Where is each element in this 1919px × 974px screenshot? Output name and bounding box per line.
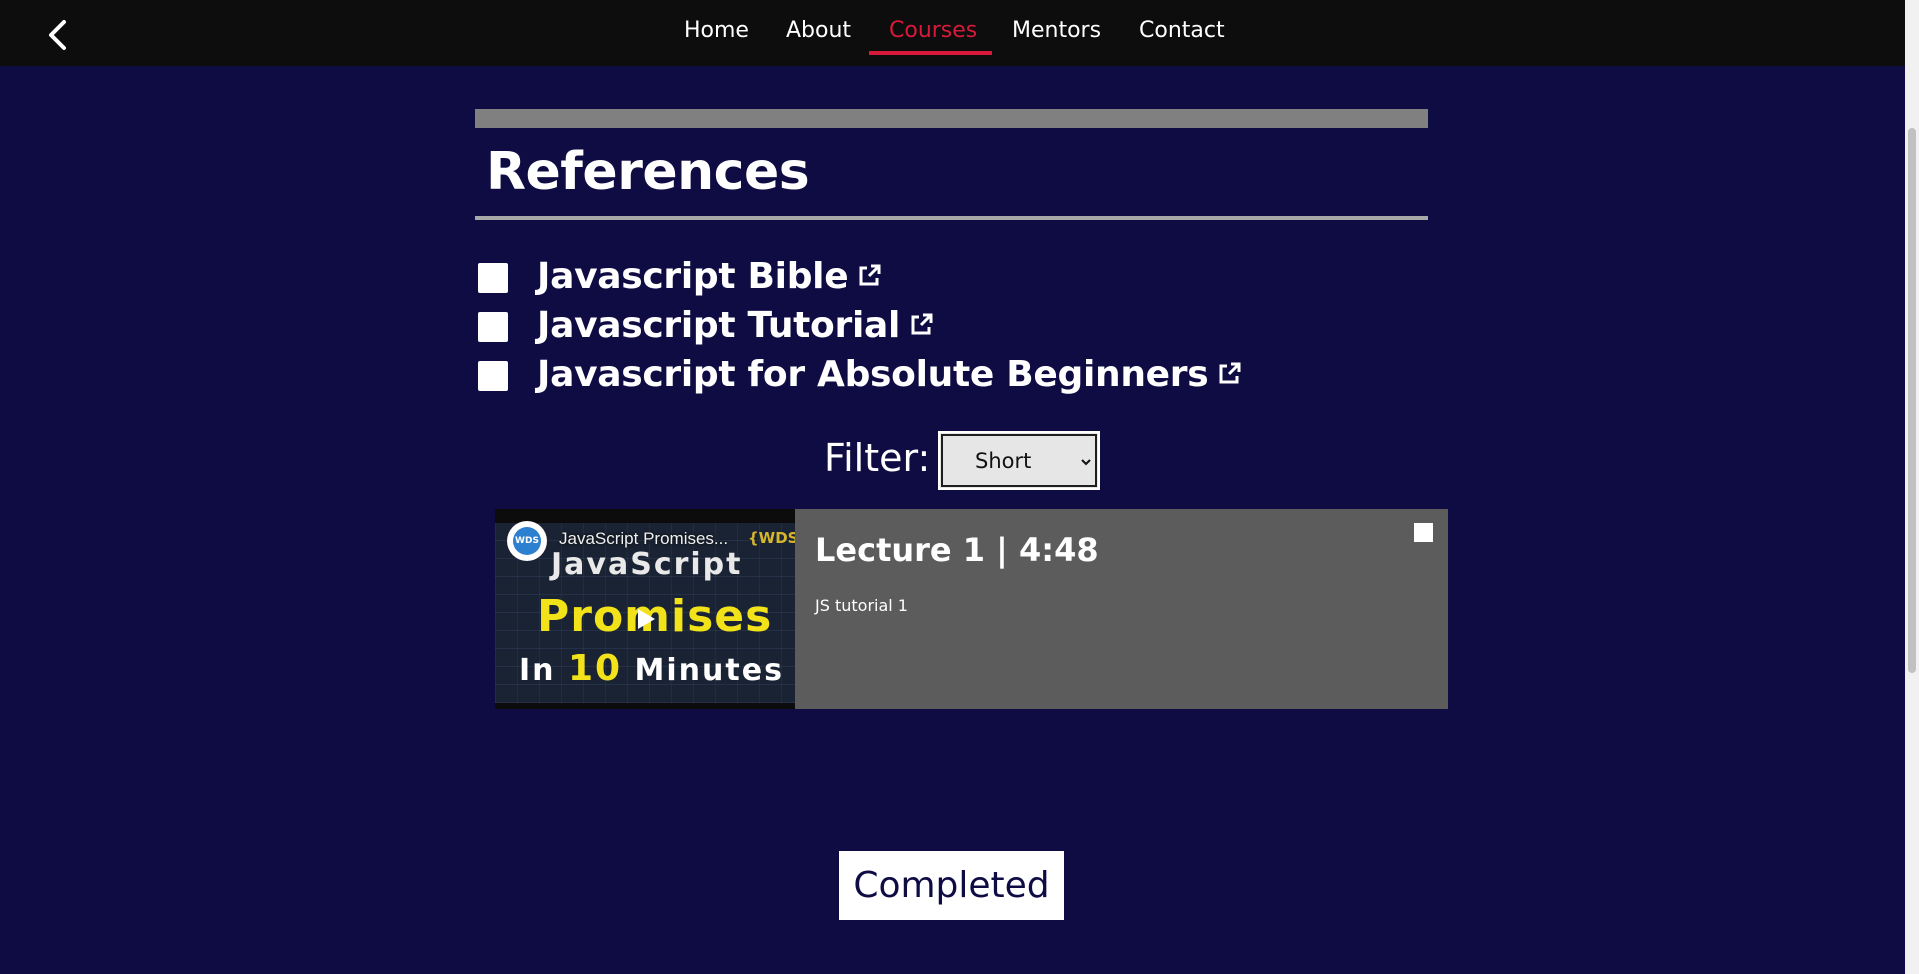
external-link-icon [911,313,933,335]
section-title: References [486,142,810,202]
external-link-icon [1219,362,1241,384]
thumbnail-text-suffix: Minutes [634,653,784,688]
reference-link[interactable]: Javascript Tutorial [537,305,934,346]
thumbnail-text-line3: In 10 Minutes [519,648,784,689]
reference-label: Javascript for Absolute Beginners [537,354,1209,395]
thumbnail-text-number: 10 [567,648,623,689]
completed-button[interactable]: Completed [839,851,1064,920]
top-navbar: Home About Courses Mentors Contact [0,0,1905,66]
external-link-icon [859,264,881,286]
filter-select[interactable]: Short [938,431,1100,490]
reference-label: Javascript Bible [537,256,849,297]
page-scrollbar[interactable] [1905,0,1919,974]
video-thumbnail[interactable]: JavaScript Promises In 10 Minutes WDS Ja… [495,509,795,709]
thumbnail-text-line1: JavaScript [551,547,743,582]
play-icon[interactable] [633,607,657,631]
video-title[interactable]: JavaScript Promises... [559,529,728,549]
lecture-title: Lecture 1 | 4:48 [815,531,1099,569]
active-nav-indicator [869,51,992,55]
channel-avatar[interactable]: WDS [507,521,547,561]
channel-badge: WDS [513,527,541,555]
scrollbar-thumb[interactable] [1908,128,1916,673]
lecture-description: JS tutorial 1 [815,596,908,615]
lecture-card: JavaScript Promises In 10 Minutes WDS Ja… [495,509,1448,709]
thumbnail-text-prefix: In [519,653,556,688]
reference-label: Javascript Tutorial [537,305,901,346]
reference-checkbox[interactable] [478,263,508,293]
filter-selected-value: Short [975,449,1032,473]
lecture-checkbox[interactable] [1414,523,1433,542]
channel-logo: {WDS} [748,529,795,547]
reference-checkbox[interactable] [478,361,508,391]
chevron-down-icon [1081,459,1091,466]
page: Home About Courses Mentors Contact Refer… [0,0,1919,974]
section-divider [475,216,1428,220]
nav-about[interactable]: About [786,18,851,43]
nav-home[interactable]: Home [684,18,749,43]
reference-checkbox[interactable] [478,312,508,342]
section-header-bar [475,109,1428,128]
nav-contact[interactable]: Contact [1139,18,1225,43]
nav-mentors[interactable]: Mentors [1012,18,1101,43]
filter-label: Filter: [824,436,931,480]
reference-link[interactable]: Javascript for Absolute Beginners [537,354,1242,395]
nav-courses[interactable]: Courses [889,18,977,43]
reference-link[interactable]: Javascript Bible [537,256,882,297]
main-nav: Home About Courses Mentors Contact [0,0,1905,66]
